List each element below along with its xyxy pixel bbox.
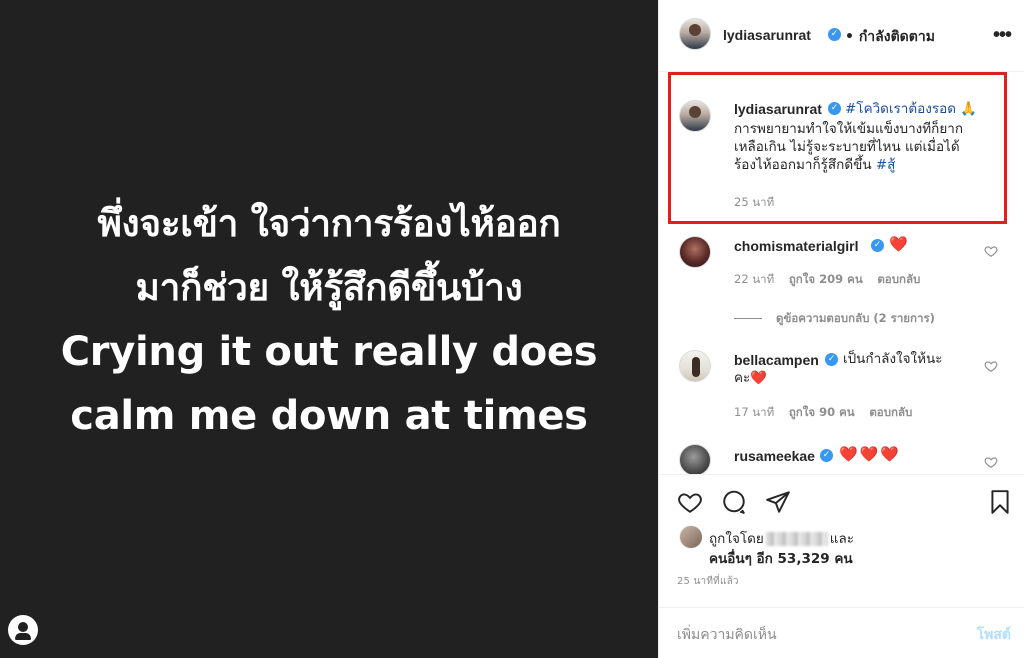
caption-avatar[interactable] — [679, 100, 711, 132]
likes-count[interactable]: คนอื่นๆ อีก 53,329 คน — [709, 547, 853, 569]
blurred-username[interactable] — [765, 532, 828, 546]
comments-list: lydiasarunrat ✓ #โควิดเราต้องรอด 🙏 การพย… — [659, 72, 1024, 474]
comment-like-heart-icon[interactable] — [984, 455, 998, 469]
image-line-1: พึ่งจะเข้า ใจว่าการร้องไห้ออก — [97, 202, 561, 245]
caption-hashtag[interactable]: #โควิดเราต้องรอด — [845, 101, 956, 117]
comment-text: ❤️❤️❤️ — [839, 445, 902, 463]
more-options-icon[interactable]: ••• — [993, 25, 1012, 45]
following-status[interactable]: • กำลังติดตาม — [845, 26, 935, 48]
bookmark-icon[interactable] — [987, 489, 1013, 515]
comment-text: เป็นกำลังใจให้นะ — [843, 351, 943, 367]
comment-likes[interactable]: ถูกใจ 209 คน — [789, 272, 863, 286]
share-icon[interactable] — [765, 489, 791, 515]
liked-by-line: ถูกใจโดย และ — [709, 531, 855, 547]
verified-badge-icon: ✓ — [828, 102, 841, 115]
image-line-2: มาก็ช่วย ให้รู้สึกดีขึ้นบ้าง — [135, 266, 523, 309]
verified-badge-icon: ✓ — [825, 353, 838, 366]
owner-avatar[interactable] — [679, 18, 711, 50]
add-comment-input[interactable]: เพิ่มความคิดเห็น — [677, 624, 777, 646]
caption-hashtag-2[interactable]: #สู้ — [876, 157, 896, 173]
comment-meta: 22 นาที ถูกใจ 209 คน ตอบกลับ — [734, 271, 920, 289]
comment-username[interactable]: chomismaterialgirl — [734, 238, 859, 254]
verified-badge-icon: ✓ — [820, 449, 833, 462]
post-actions: ถูกใจโดย และ คนอื่นๆ อีก 53,329 คน 25 นาท… — [659, 474, 1024, 658]
view-replies-button[interactable]: ดูข้อความตอบกลับ (2 รายการ) — [734, 310, 935, 328]
caption-line-1: การพยายามทำใจให้เข้มแข็งบางทีก็ยาก — [734, 121, 963, 137]
image-line-4: calm me down at times — [70, 393, 588, 439]
reply-link[interactable]: ตอบกลับ — [877, 272, 920, 286]
commenter-avatar[interactable] — [679, 444, 711, 474]
reply-link[interactable]: ตอบกลับ — [869, 405, 912, 419]
comment-likes[interactable]: ถูกใจ 90 คน — [789, 405, 855, 419]
owner-username[interactable]: lydiasarunrat — [723, 27, 811, 43]
pray-emoji: 🙏 — [960, 101, 978, 117]
liker-avatar[interactable] — [679, 525, 703, 549]
post-side-panel: lydiasarunrat ✓ • กำลังติดตาม ••• lydias… — [658, 0, 1024, 658]
comment-username[interactable]: rusameekae — [734, 448, 815, 464]
image-line-3: Crying it out really does — [60, 329, 598, 375]
verified-badge-icon: ✓ — [828, 28, 841, 41]
post-time-ago[interactable]: 25 นาทีที่แล้ว — [677, 574, 739, 589]
caption-username[interactable]: lydiasarunrat — [734, 101, 822, 117]
comment-time[interactable]: 22 นาที — [734, 272, 774, 286]
commenter-avatar[interactable] — [679, 350, 711, 382]
tagged-user-icon[interactable] — [8, 615, 38, 645]
comment-like-heart-icon[interactable] — [984, 244, 998, 258]
post-header: lydiasarunrat ✓ • กำลังติดตาม ••• — [659, 0, 1024, 72]
add-comment-bar: เพิ่มความคิดเห็น โพสต์ — [659, 607, 1024, 658]
verified-badge-icon: ✓ — [871, 239, 884, 252]
post-image-text: พึ่งจะเข้า ใจว่าการร้องไห้ออก มาก็ช่วย ใ… — [0, 192, 658, 448]
caption-hashtag-line: #โควิดเราต้องรอด 🙏 — [845, 100, 977, 118]
commenter-avatar[interactable] — [679, 236, 711, 268]
heart-icon[interactable] — [677, 489, 703, 515]
post-comment-button[interactable]: โพสต์ — [977, 624, 1011, 646]
caption-line-2: เหลือเกิน ไม่รู้จะระบายที่ไหน แต่เมื่อได… — [734, 139, 960, 155]
replies-divider — [734, 318, 762, 319]
comment-text: ❤️ — [889, 235, 908, 253]
caption-line-3: ร้องไห้ออกมาก็รู้สึกดีขึ้น #สู้ — [734, 157, 896, 173]
caption-time[interactable]: 25 นาที — [734, 194, 774, 212]
comment-meta: 17 นาที ถูกใจ 90 คน ตอบกลับ — [734, 404, 912, 422]
comment-text-2: คะ❤️ — [734, 370, 768, 386]
comment-time[interactable]: 17 นาที — [734, 405, 774, 419]
comment-like-heart-icon[interactable] — [984, 359, 998, 373]
comment-icon[interactable] — [721, 489, 747, 515]
post-image[interactable]: พึ่งจะเข้า ใจว่าการร้องไห้ออก มาก็ช่วย ใ… — [0, 0, 658, 658]
comment-username[interactable]: bellacampen — [734, 352, 819, 368]
